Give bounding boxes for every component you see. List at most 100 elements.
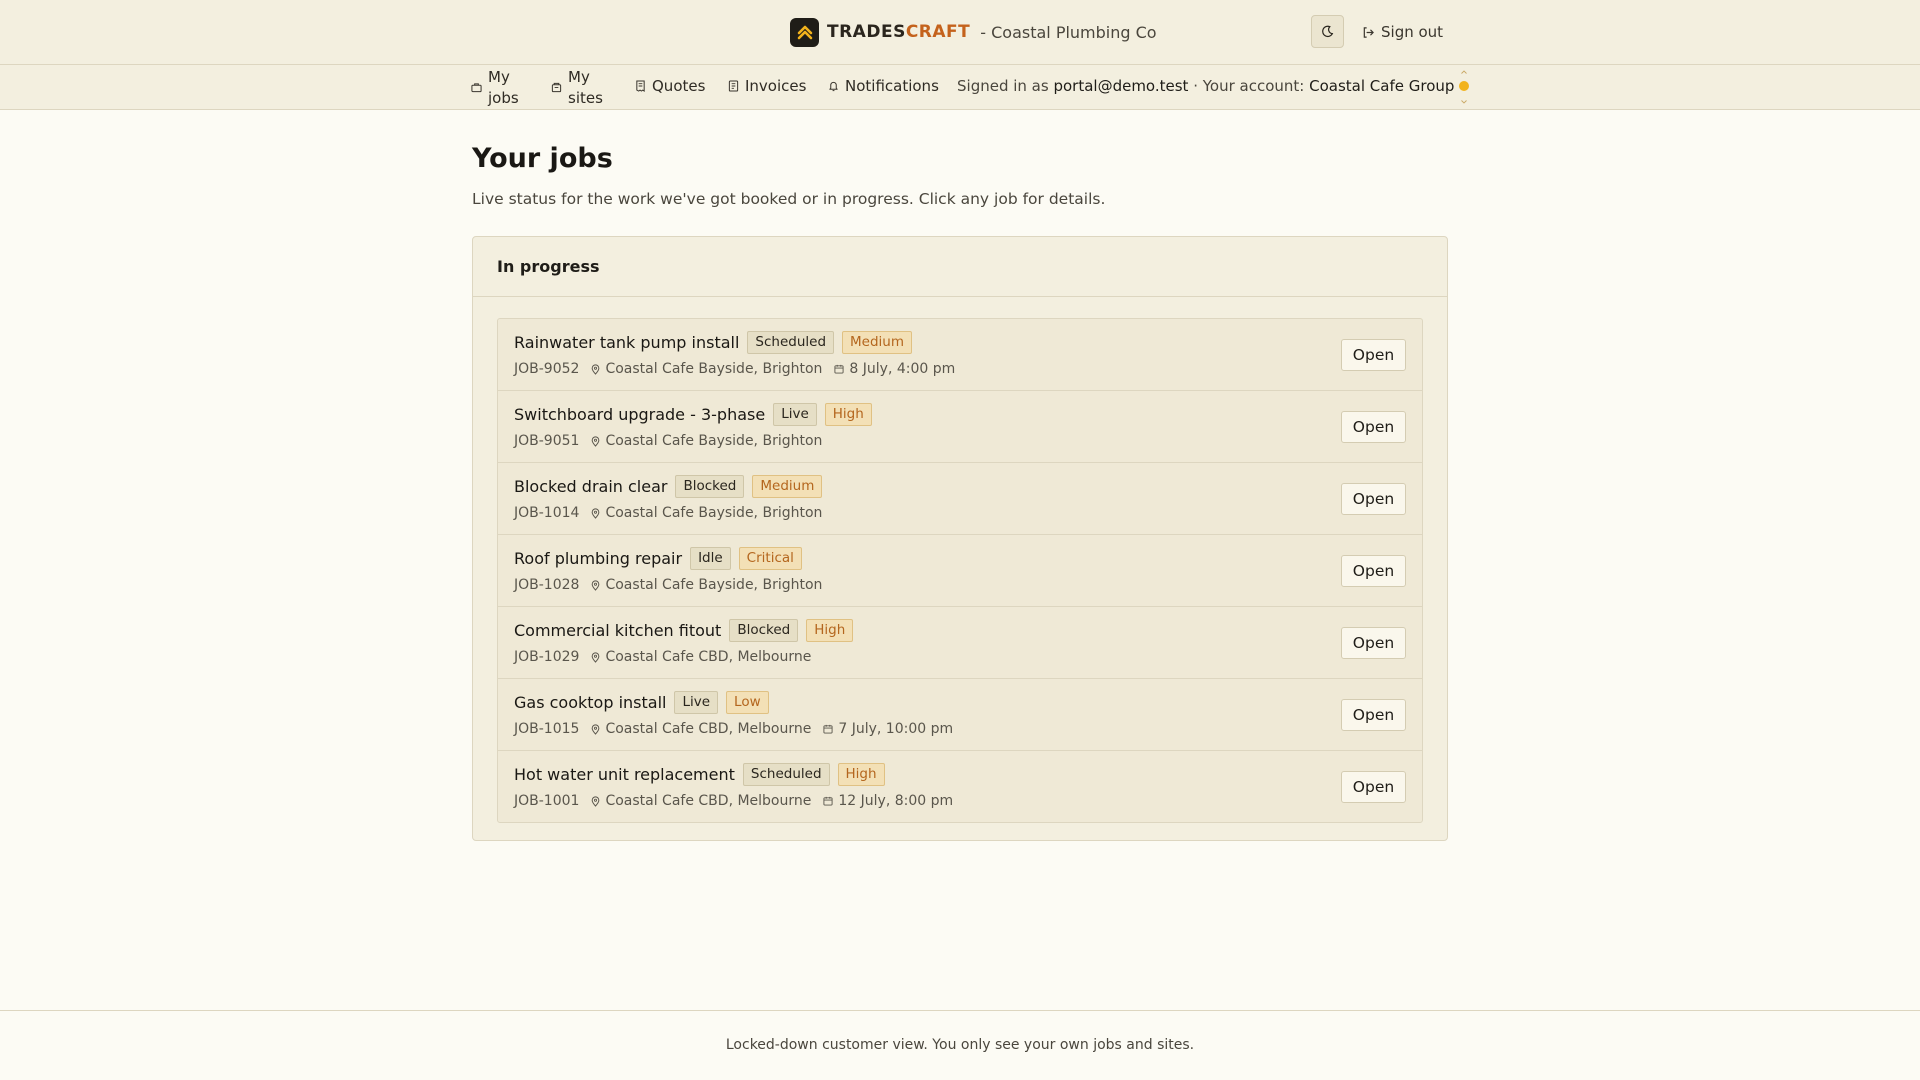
- sign-out-label: Sign out: [1381, 23, 1444, 41]
- job-priority-badge: High: [837, 763, 885, 786]
- moon-icon: [1321, 25, 1334, 38]
- map-pin-icon: [591, 651, 600, 663]
- open-job-button[interactable]: Open: [1341, 483, 1406, 515]
- job-row[interactable]: Rainwater tank pump install Scheduled Medi…: [498, 319, 1422, 391]
- job-row[interactable]: Hot water unit replacement Scheduled High J…: [498, 751, 1422, 822]
- job-site: Coastal Cafe CBD, Melbourne: [591, 649, 811, 665]
- nav-notifications-label: Notifications: [845, 77, 939, 95]
- nav-invoices-label: Invoices: [745, 77, 807, 95]
- job-date-label: 7 July, 10:00 pm: [838, 721, 954, 737]
- job-title[interactable]: Rainwater tank pump install: [514, 333, 739, 352]
- nav-invoices[interactable]: Invoices: [728, 77, 806, 95]
- receipt-icon: [635, 80, 646, 92]
- job-title-line: Switchboard upgrade - 3-phase Live High: [514, 403, 872, 426]
- job-site-label: Coastal Cafe Bayside, Brighton: [605, 577, 823, 593]
- nav-notifications[interactable]: Notifications: [828, 77, 939, 95]
- job-site: Coastal Cafe Bayside, Brighton: [591, 361, 822, 377]
- job-date: 7 July, 10:00 pm: [823, 721, 953, 737]
- brand-logo-icon: [790, 17, 819, 47]
- job-priority-badge: Low: [726, 691, 769, 714]
- job-meta: JOB-9051 Coastal Cafe Bayside, Brighton: [514, 433, 834, 449]
- job-meta: JOB-1029 Coastal Cafe CBD, Melbourne: [514, 649, 823, 665]
- top-bar: TRADESCRAFT - Coastal Plumbing Co Sign o…: [0, 0, 1920, 65]
- open-job-button[interactable]: Open: [1341, 339, 1406, 371]
- sign-out-icon: [1362, 26, 1375, 39]
- map-pin-icon: [591, 723, 600, 735]
- brand-name: TRADESCRAFT: [827, 22, 970, 42]
- scroll-down-icon[interactable]: [1461, 100, 1467, 104]
- open-job-button[interactable]: Open: [1341, 411, 1406, 443]
- invoice-icon: [728, 80, 739, 92]
- scroll-up-icon[interactable]: [1461, 70, 1467, 74]
- job-date-label: 8 July, 4:00 pm: [849, 361, 956, 377]
- job-site-label: Coastal Cafe CBD, Melbourne: [605, 793, 812, 809]
- job-site-label: Coastal Cafe CBD, Melbourne: [605, 649, 812, 665]
- job-title-line: Commercial kitchen fitout Blocked High: [514, 619, 854, 642]
- sign-out-button[interactable]: Sign out: [1362, 20, 1443, 44]
- calendar-icon: [834, 364, 844, 374]
- nav-quotes-label: Quotes: [652, 77, 706, 95]
- job-priority-badge: Medium: [842, 331, 913, 354]
- map-pin-icon: [591, 579, 600, 591]
- signed-in-info: Signed in as portal@demo.test · Your acc…: [957, 77, 1454, 95]
- nav-my-jobs[interactable]: My jobs: [471, 65, 528, 110]
- job-site: Coastal Cafe CBD, Melbourne: [591, 793, 811, 809]
- account-name: Coastal Cafe Group: [1309, 77, 1455, 95]
- job-id: JOB-9052: [514, 361, 580, 377]
- job-id: JOB-9051: [514, 433, 580, 449]
- job-row[interactable]: Roof plumbing repair Idle Critical JOB-1028…: [498, 535, 1422, 607]
- job-title[interactable]: Blocked drain clear: [514, 477, 667, 496]
- job-site: Coastal Cafe Bayside, Brighton: [591, 433, 822, 449]
- job-priority-badge: High: [806, 619, 854, 642]
- job-title-line: Gas cooktop install Live Low: [514, 691, 769, 714]
- job-list: Rainwater tank pump install Scheduled Medi…: [497, 318, 1423, 823]
- job-site-label: Coastal Cafe Bayside, Brighton: [605, 361, 823, 377]
- job-title-line: Roof plumbing repair Idle Critical: [514, 547, 802, 570]
- nav-my-jobs-label: My jobs: [488, 67, 519, 107]
- building-icon: [551, 82, 562, 93]
- job-title[interactable]: Switchboard upgrade - 3-phase: [514, 405, 765, 424]
- calendar-icon: [823, 796, 833, 806]
- open-job-button[interactable]: Open: [1341, 699, 1406, 731]
- nav-quotes[interactable]: Quotes: [635, 77, 705, 95]
- briefcase-icon: [471, 82, 482, 93]
- brand[interactable]: TRADESCRAFT - Coastal Plumbing Co: [790, 17, 1157, 47]
- job-status-badge: Live: [674, 691, 719, 714]
- job-id: JOB-1015: [514, 721, 580, 737]
- job-row[interactable]: Gas cooktop install Live Low JOB-1015 Coasta…: [498, 679, 1422, 751]
- job-row[interactable]: Commercial kitchen fitout Blocked High JOB-…: [498, 607, 1422, 679]
- job-title[interactable]: Commercial kitchen fitout: [514, 621, 721, 640]
- job-row[interactable]: Switchboard upgrade - 3-phase Live High JOB…: [498, 391, 1422, 463]
- brand-name-part2: CRAFT: [905, 22, 971, 42]
- job-status-badge: Live: [773, 403, 817, 426]
- open-job-button[interactable]: Open: [1341, 627, 1406, 659]
- job-meta: JOB-9052 Coastal Cafe Bayside, Brighton 8 …: [514, 361, 967, 377]
- theme-toggle-button[interactable]: [1311, 15, 1344, 48]
- job-priority-badge: High: [824, 403, 872, 426]
- job-title[interactable]: Roof plumbing repair: [514, 549, 682, 568]
- page-description: Live status for the work we've got booke…: [472, 190, 1106, 208]
- nav-my-sites[interactable]: My sites: [551, 65, 608, 110]
- job-row[interactable]: Blocked drain clear Blocked Medium JOB-1014…: [498, 463, 1422, 535]
- job-meta: JOB-1028 Coastal Cafe Bayside, Brighton: [514, 577, 834, 593]
- job-meta: JOB-1001 Coastal Cafe CBD, Melbourne 12 Ju…: [514, 793, 965, 809]
- job-status-badge: Scheduled: [747, 331, 835, 354]
- map-pin-icon: [591, 507, 600, 519]
- open-job-button[interactable]: Open: [1341, 555, 1406, 587]
- job-date: 12 July, 8:00 pm: [823, 793, 953, 809]
- job-site-label: Coastal Cafe CBD, Melbourne: [605, 721, 812, 737]
- job-site: Coastal Cafe Bayside, Brighton: [591, 577, 822, 593]
- section-title: In progress: [473, 237, 1447, 297]
- job-title[interactable]: Hot water unit replacement: [514, 765, 735, 784]
- job-title[interactable]: Gas cooktop install: [514, 693, 666, 712]
- status-indicator: [1459, 81, 1469, 91]
- map-pin-icon: [591, 435, 600, 447]
- job-title-line: Rainwater tank pump install Scheduled Medi…: [514, 331, 913, 354]
- job-title-line: Blocked drain clear Blocked Medium: [514, 475, 823, 498]
- map-pin-icon: [591, 363, 600, 375]
- brand-name-part1: TRADES: [827, 22, 906, 42]
- open-job-button[interactable]: Open: [1341, 771, 1406, 803]
- job-status-badge: Scheduled: [742, 763, 830, 786]
- job-id: JOB-1001: [514, 793, 580, 809]
- job-id: JOB-1029: [514, 649, 580, 665]
